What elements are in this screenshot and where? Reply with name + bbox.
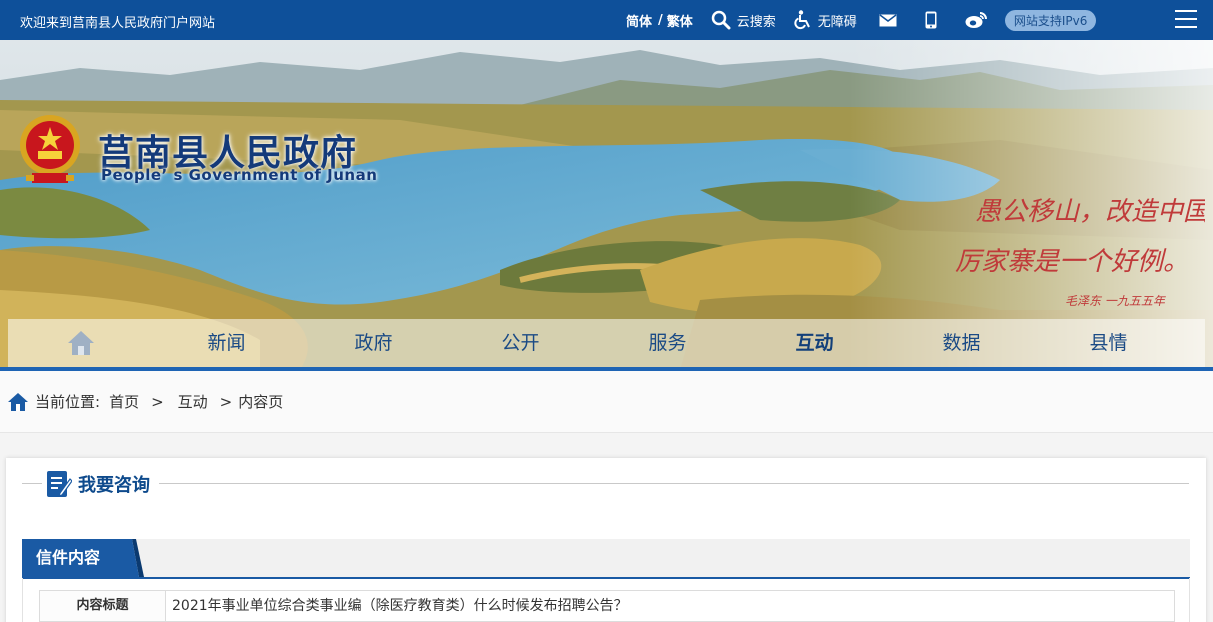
content-card: 我要咨询 信件内容 内容标题 2021年事业单位综合类事业编（除医疗教育类）什么… [6, 458, 1206, 622]
breadcrumb-separator: > [151, 392, 164, 411]
ipv6-badge: 网站支持IPv6 [1004, 9, 1097, 31]
wheelchair-icon [794, 10, 810, 30]
weibo-icon [965, 12, 987, 28]
breadcrumb-interaction-link[interactable]: 互动 [178, 391, 208, 412]
main-nav: 新闻 政府 公开 服务 互动 数据 县情 [8, 319, 1205, 367]
mobile-button[interactable] [925, 11, 937, 29]
nav-item-news[interactable]: 新闻 [153, 319, 300, 367]
edit-document-icon [47, 471, 72, 497]
accessibility-button[interactable]: 无障碍 [794, 10, 857, 30]
hamburger-menu-icon[interactable] [1175, 10, 1197, 28]
breadcrumb-current: 内容页 [238, 393, 284, 411]
breadcrumb-label: 当前位置: [35, 393, 101, 411]
mail-icon [879, 13, 897, 26]
accessibility-label: 无障碍 [817, 14, 857, 30]
subject-key: 内容标题 [40, 591, 166, 621]
breadcrumb-separator: > [219, 392, 233, 411]
section-divider-left [22, 483, 42, 484]
letter-tabbar: 信件内容 [22, 539, 1190, 579]
letter-table: 内容标题 2021年事业单位综合类事业编（除医疗教育类）什么时候发布招聘公告？ [22, 578, 1190, 622]
weibo-button[interactable] [965, 11, 987, 29]
tab-letter-content[interactable]: 信件内容 [22, 539, 139, 577]
nav-home-button[interactable] [8, 319, 153, 367]
site-subtitle: People’ s Government of Junan [101, 166, 378, 184]
section-title: 我要咨询 [78, 475, 150, 496]
breadcrumb-home-link[interactable]: 首页 [109, 391, 139, 412]
home-icon [67, 331, 94, 355]
breadcrumb: 当前位置: 首页 > 互动 > 内容页 [0, 371, 1213, 433]
cloud-search-button[interactable]: 云搜索 [711, 10, 776, 30]
lang-separator: / [658, 12, 663, 28]
home-icon [8, 392, 28, 411]
nav-item-public[interactable]: 公开 [447, 319, 594, 367]
lang-traditional-link[interactable]: 繁体 [667, 11, 693, 30]
lang-simplified-link[interactable]: 简体 [626, 11, 652, 30]
top-tools: 简体 / 繁体 云搜索 无障碍 网站支持IPv6 [626, 0, 1097, 40]
mail-button[interactable] [879, 13, 897, 27]
nav-item-interaction[interactable]: 互动 [741, 319, 888, 367]
search-icon [711, 10, 731, 30]
subject-value: 2021年事业单位综合类事业编（除医疗教育类）什么时候发布招聘公告？ [172, 598, 628, 614]
national-emblem-icon [20, 115, 80, 183]
nav-item-government[interactable]: 政府 [300, 319, 447, 367]
top-bar: 欢迎来到莒南县人民政府门户网站 简体 / 繁体 云搜索 无障碍 网站支持IPv6 [0, 0, 1213, 40]
language-switch: 简体 / 繁体 [626, 11, 693, 30]
table-row: 内容标题 2021年事业单位综合类事业编（除医疗教育类）什么时候发布招聘公告？ [39, 590, 1175, 622]
calligraphy-line-3: 毛泽东 一九五五年 [1065, 294, 1167, 308]
nav-item-county-info[interactable]: 县情 [1035, 319, 1182, 367]
calligraphy-inscription: 愚公移山，改造中国 厉家寨是一个好例。 毛泽东 一九五五年 [955, 197, 1205, 308]
section-divider [159, 483, 1189, 484]
mobile-phone-icon [925, 11, 937, 29]
calligraphy-line-2: 厉家寨是一个好例。 [955, 247, 1189, 277]
nav-item-services[interactable]: 服务 [594, 319, 741, 367]
welcome-text: 欢迎来到莒南县人民政府门户网站 [20, 16, 216, 31]
cloud-search-label: 云搜索 [736, 14, 776, 30]
section-header: 我要咨询 [46, 470, 150, 498]
nav-item-data[interactable]: 数据 [888, 319, 1035, 367]
calligraphy-line-1: 愚公移山，改造中国 [975, 197, 1205, 227]
